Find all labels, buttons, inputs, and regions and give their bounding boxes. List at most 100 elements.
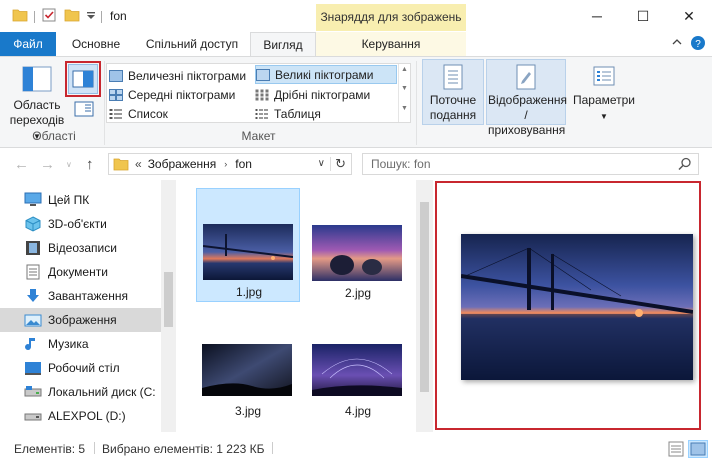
layout-small-icons[interactable]: Дрібні піктограми bbox=[255, 85, 397, 104]
navigation-pane: Цей ПК 3D-об'єкти Відеозаписи Документи … bbox=[0, 180, 176, 432]
image-preview bbox=[461, 234, 693, 380]
nav-item-downloads[interactable]: Завантаження bbox=[0, 284, 161, 308]
download-arrow-icon bbox=[27, 289, 39, 302]
navigation-pane-scrollbar[interactable] bbox=[161, 180, 176, 432]
tab-manage[interactable]: Керування bbox=[316, 32, 466, 56]
nav-item-documents[interactable]: Документи bbox=[0, 260, 161, 284]
address-row: ← → ∨ ↑ « Зображення › fon ∨ ↻ Пошук: fo… bbox=[0, 148, 712, 180]
extra-large-icons-icon bbox=[109, 69, 123, 82]
medium-icons-icon bbox=[109, 88, 123, 101]
tab-file[interactable]: Файл bbox=[0, 32, 56, 56]
nav-item-drive-d[interactable]: ALEXPOL (D:) bbox=[0, 404, 161, 428]
maximize-button[interactable]: ☐ bbox=[620, 0, 666, 32]
current-view-label: Поточне подання bbox=[429, 93, 477, 122]
file-item[interactable]: 1.jpg bbox=[196, 188, 300, 302]
properties-icon[interactable] bbox=[42, 8, 56, 22]
cube-icon bbox=[25, 216, 41, 232]
tab-share[interactable]: Спільний доступ bbox=[134, 32, 250, 56]
layout-list[interactable]: Список bbox=[109, 104, 255, 123]
help-icon[interactable]: ? bbox=[690, 35, 706, 54]
navigation-pane-label: Область переходів bbox=[9, 98, 65, 127]
preview-pane-button[interactable] bbox=[68, 64, 98, 94]
status-bar: Елементів: 5 Вибрано елементів: 1 223 КБ bbox=[0, 438, 712, 461]
nav-item-music[interactable]: Музика bbox=[0, 332, 161, 356]
file-list: 1.jpg 2.jpg 3.jpg 4.jpg bbox=[176, 180, 416, 432]
show-hide-label: Відображення /приховування bbox=[488, 93, 568, 137]
breadcrumb-separator-icon[interactable]: › bbox=[224, 159, 227, 169]
details-view-icon[interactable] bbox=[668, 441, 684, 460]
ribbon-tab-row: Файл Основне Спільний доступ Вигляд Керу… bbox=[0, 32, 712, 57]
file-list-scrollbar[interactable] bbox=[416, 180, 433, 432]
maximize-icon: ☐ bbox=[636, 7, 650, 24]
music-note-icon bbox=[25, 338, 35, 351]
search-input[interactable]: Пошук: fon bbox=[371, 157, 431, 171]
search-box[interactable]: Пошук: fon bbox=[362, 153, 699, 175]
nav-item-local-disk-c[interactable]: Локальний диск (C: bbox=[0, 380, 161, 404]
nav-item-3d-objects[interactable]: 3D-об'єкти bbox=[0, 212, 161, 236]
minimize-button[interactable]: ─ bbox=[574, 0, 620, 32]
layout-medium-icons[interactable]: Середні піктограми bbox=[109, 85, 255, 104]
nav-item-this-pc[interactable]: Цей ПК bbox=[0, 188, 161, 212]
file-item[interactable]: 4.jpg bbox=[306, 318, 410, 432]
options-button[interactable]: Параметри ▼ bbox=[570, 61, 638, 124]
details-pane-icon bbox=[74, 101, 94, 117]
item-count: Елементів: 5 bbox=[14, 442, 86, 456]
search-icon bbox=[678, 157, 691, 171]
details-pane-button[interactable] bbox=[74, 101, 94, 120]
ribbon-collapse-icon[interactable] bbox=[672, 37, 682, 50]
file-name: 2.jpg bbox=[344, 286, 372, 300]
file-item[interactable]: 3.jpg bbox=[196, 318, 300, 432]
ribbon: Область переходів ▼ Області Величезні пі… bbox=[0, 56, 712, 148]
close-button[interactable]: ✕ bbox=[666, 0, 712, 32]
document-icon bbox=[26, 264, 40, 280]
quick-access-dropdown-icon[interactable] bbox=[86, 12, 96, 20]
layout-extra-large-icons[interactable]: Величезні піктограми bbox=[109, 66, 255, 85]
nav-item-desktop[interactable]: Робочий стіл bbox=[0, 356, 161, 380]
film-icon bbox=[26, 241, 40, 255]
forward-arrow-icon[interactable]: → bbox=[40, 156, 55, 173]
details-table-icon bbox=[255, 108, 268, 119]
refresh-icon[interactable]: ↻ bbox=[335, 156, 346, 172]
dropdown-caret-icon: ▼ bbox=[600, 112, 608, 121]
preview-pane bbox=[435, 181, 701, 430]
nav-item-pictures[interactable]: Зображення bbox=[0, 308, 161, 332]
options-label: Параметри bbox=[572, 93, 636, 107]
breadcrumb-chevron[interactable]: « bbox=[135, 157, 142, 171]
layout-details[interactable]: Таблиця bbox=[255, 104, 397, 123]
desktop-icon bbox=[25, 362, 41, 375]
pictures-icon bbox=[24, 314, 42, 327]
file-name: 4.jpg bbox=[344, 404, 372, 418]
address-bar[interactable]: « Зображення › fon ∨ ↻ bbox=[108, 153, 352, 175]
title-bar: fon Знаряддя для зображень ─ ☐ ✕ bbox=[0, 0, 712, 32]
layout-group-label: Макет bbox=[241, 129, 276, 143]
file-name: 1.jpg bbox=[235, 285, 263, 299]
new-folder-icon[interactable] bbox=[64, 8, 80, 22]
file-item[interactable]: 2.jpg bbox=[306, 188, 410, 302]
large-icons-icon bbox=[256, 68, 270, 81]
recent-locations-icon[interactable]: ∨ bbox=[66, 160, 72, 169]
milky-way-thumbnail bbox=[202, 344, 292, 396]
panes-group-label: Області bbox=[32, 129, 76, 143]
breadcrumb-item[interactable]: Зображення bbox=[148, 157, 217, 171]
rocks-sunset-thumbnail bbox=[312, 225, 402, 281]
show-hide-button[interactable]: Відображення /приховування bbox=[486, 61, 568, 138]
nav-item-videos[interactable]: Відеозаписи bbox=[0, 236, 161, 260]
drive-icon bbox=[24, 413, 42, 421]
file-name: 3.jpg bbox=[234, 404, 262, 418]
tab-view[interactable]: Вигляд bbox=[250, 32, 316, 57]
breadcrumb-item[interactable]: fon bbox=[235, 157, 252, 171]
up-arrow-icon[interactable]: ↑ bbox=[86, 156, 94, 173]
layout-large-icons[interactable]: Великі піктограми bbox=[255, 65, 397, 84]
large-icons-view-icon[interactable] bbox=[688, 440, 708, 458]
layout-gallery-scroller[interactable]: ▲ ▼ ▼ bbox=[398, 64, 410, 122]
current-view-button[interactable]: Поточне подання bbox=[422, 61, 484, 123]
address-dropdown-icon[interactable]: ∨ bbox=[318, 158, 325, 169]
pc-icon bbox=[24, 192, 42, 206]
back-arrow-icon[interactable]: ← bbox=[14, 156, 29, 173]
tab-home[interactable]: Основне bbox=[58, 32, 134, 56]
selected-info: Вибрано елементів: 1 223 КБ bbox=[102, 442, 265, 456]
navigation-pane-icon bbox=[22, 66, 52, 92]
current-view-icon bbox=[443, 64, 463, 90]
folder-icon bbox=[113, 158, 129, 171]
star-trails-thumbnail bbox=[312, 344, 402, 396]
